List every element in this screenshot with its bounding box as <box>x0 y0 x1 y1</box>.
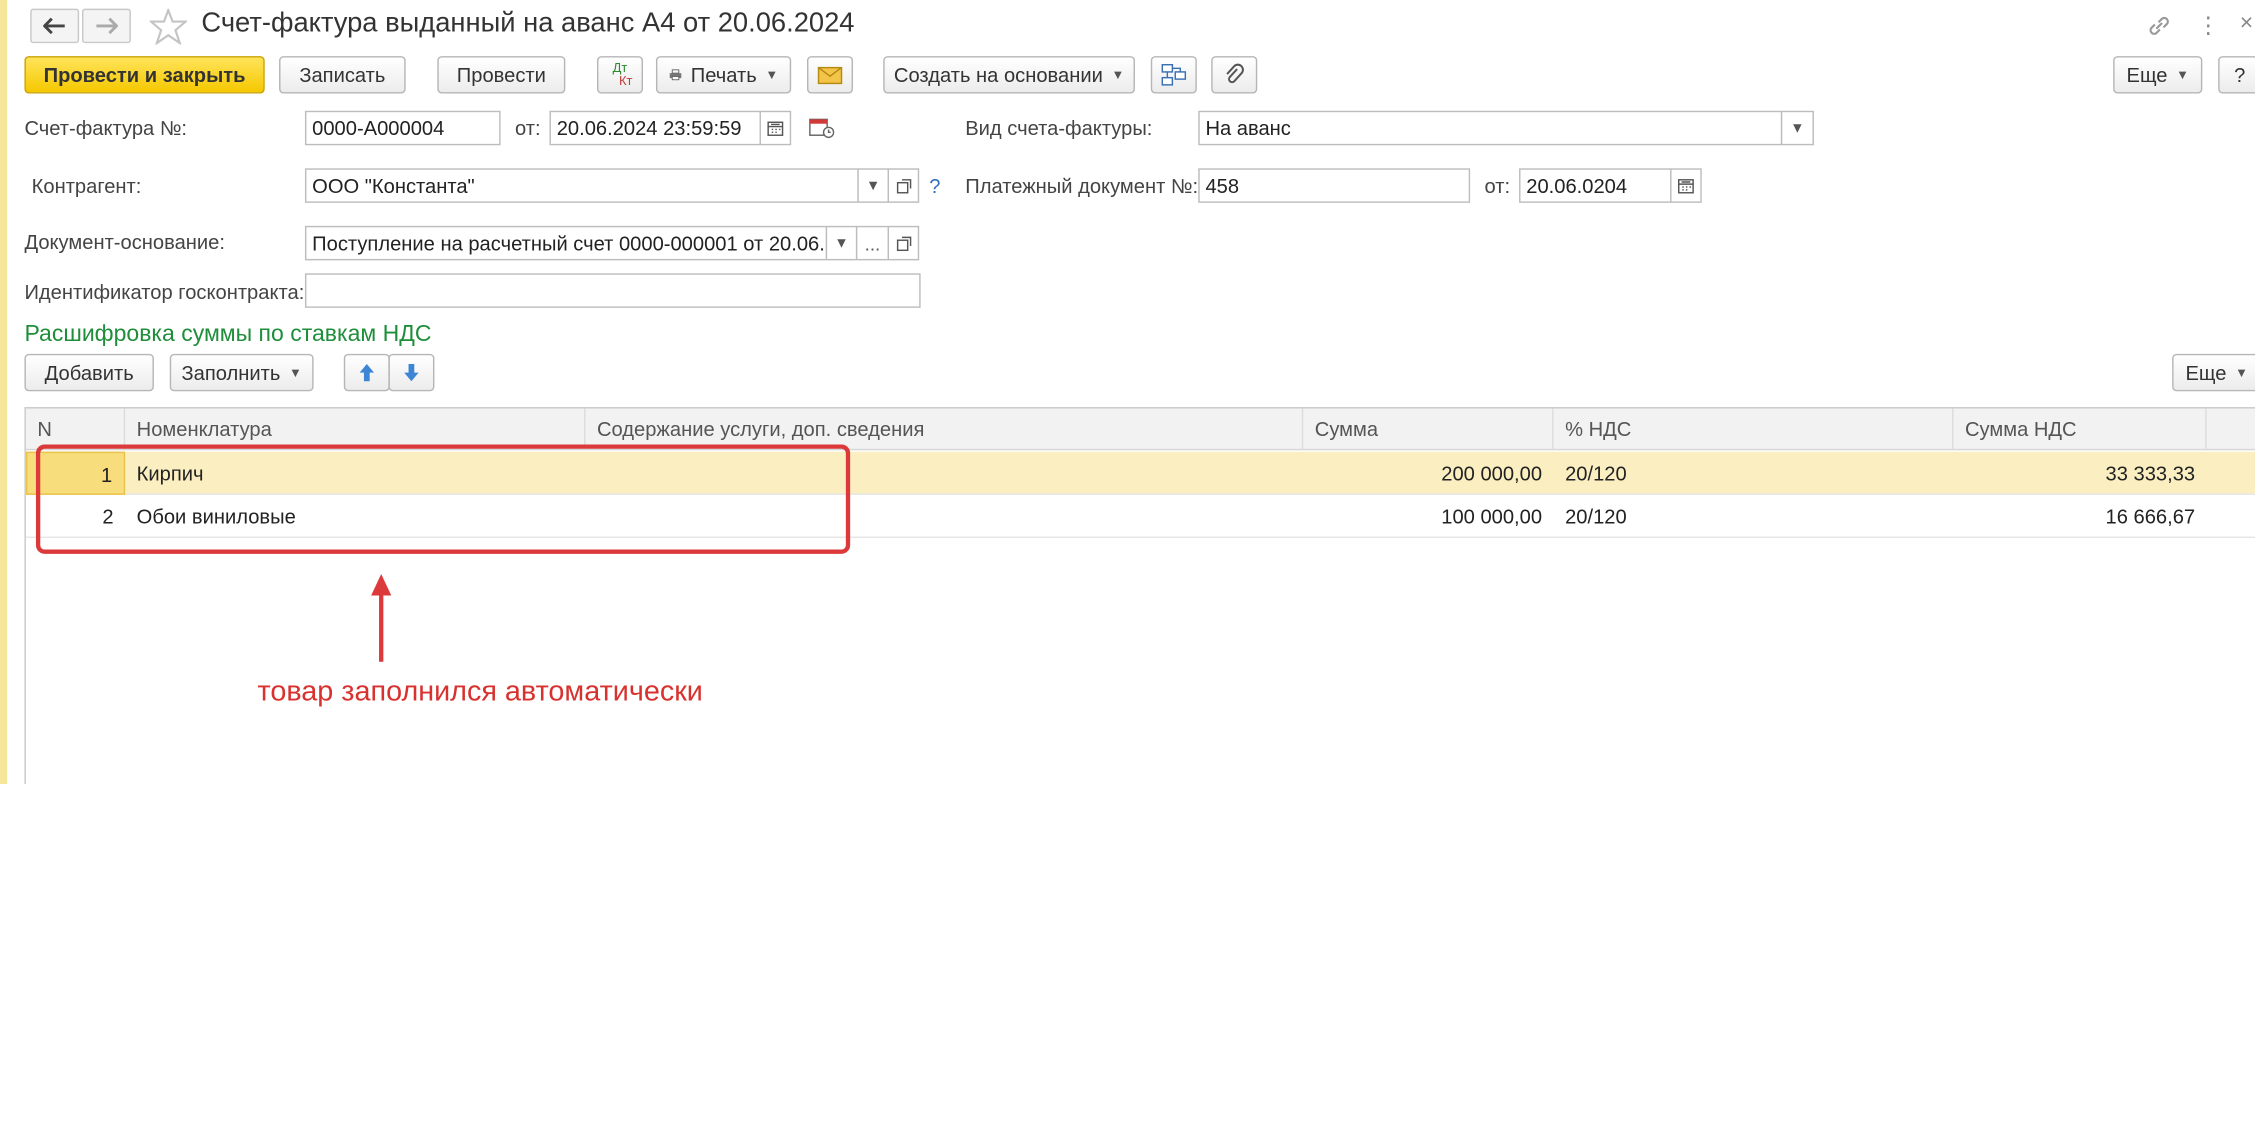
invoice-type-label: Вид счета-фактуры: <box>965 116 1153 140</box>
email-button[interactable] <box>806 56 854 94</box>
row-sum[interactable]: 200 000,00 <box>1303 452 1553 495</box>
paperclip-icon <box>1226 63 1244 84</box>
counterparty-label: Контрагент: <box>31 174 142 198</box>
row-sum[interactable]: 100 000,00 <box>1303 495 1553 538</box>
open-window-icon <box>896 178 911 193</box>
row-vat-sum[interactable]: 33 333,33 <box>1953 452 2206 495</box>
calendar-icon <box>767 121 784 136</box>
back-button[interactable] <box>30 8 80 44</box>
post-and-close-button[interactable]: Провести и закрыть <box>24 56 265 94</box>
payment-date-label: от: <box>1484 174 1511 198</box>
invoice-number-field[interactable]: 0000-А000004 <box>304 110 501 146</box>
annotation-highlight-box <box>35 444 851 554</box>
annotation-arrow-icon <box>368 573 394 672</box>
payment-date-field[interactable]: 20.06.0204 <box>1519 168 1672 203</box>
row-vat-sum[interactable]: 16 666,67 <box>1953 495 2206 538</box>
link-button[interactable] <box>2146 13 2172 46</box>
chevron-down-icon: ▼ <box>765 67 779 82</box>
open-window-icon <box>896 235 911 251</box>
create-based-on-label: Создать на основании <box>893 63 1103 87</box>
link-icon <box>2149 16 2169 35</box>
move-down-button[interactable] <box>388 353 435 392</box>
print-label: Печать <box>690 63 757 87</box>
envelope-icon <box>817 66 843 84</box>
print-button[interactable]: Печать ▼ <box>655 56 792 94</box>
counterparty-dropdown[interactable]: ▼ <box>857 168 889 203</box>
chevron-down-icon: ▼ <box>866 177 881 194</box>
window-close-button[interactable]: × <box>2240 12 2253 38</box>
printer-icon <box>669 69 682 81</box>
structure-icon <box>1161 64 1187 86</box>
table-more-button[interactable]: Еще ▼ <box>2172 353 2255 392</box>
more-button[interactable]: Еще ▼ <box>2113 56 2203 94</box>
basis-document-open-button[interactable] <box>887 225 920 261</box>
row-vat-rate[interactable]: 20/120 <box>1554 495 1954 538</box>
section-title: Расшифровка суммы по ставкам НДС <box>24 322 432 347</box>
calendar-clock-icon <box>809 118 835 139</box>
time-calendar-button[interactable] <box>808 115 835 147</box>
arrow-up-icon <box>359 363 375 382</box>
basis-document-field[interactable]: Поступление на расчетный счет 0000-00000… <box>304 225 828 261</box>
column-header-sum[interactable]: Сумма <box>1303 408 1554 451</box>
dt-kt-button[interactable]: Дт Кт <box>596 56 644 94</box>
counterparty-help-icon[interactable]: ? <box>929 174 940 197</box>
attachments-button[interactable] <box>1211 56 1258 94</box>
chevron-down-icon: ▼ <box>289 365 302 380</box>
invoice-date-calendar-button[interactable] <box>759 110 792 146</box>
invoice-type-field[interactable]: На аванс <box>1198 110 1783 146</box>
gos-contract-field[interactable] <box>304 273 921 308</box>
arrow-left-icon <box>43 17 65 35</box>
chevron-down-icon: ▼ <box>834 235 849 252</box>
basis-document-select-button[interactable]: ... <box>855 225 889 261</box>
chevron-down-icon: ▼ <box>1111 67 1125 82</box>
post-button[interactable]: Провести <box>437 56 566 94</box>
dt-kt-icon-kt: Кт <box>619 73 633 88</box>
payment-date-calendar-button[interactable] <box>1670 168 1702 203</box>
star-icon <box>148 6 189 46</box>
window-menu-button[interactable]: ⋮ <box>2197 12 2220 41</box>
forward-button[interactable] <box>81 8 131 44</box>
arrow-right-icon <box>96 17 118 35</box>
help-button[interactable]: ? <box>2218 56 2255 94</box>
counterparty-open-button[interactable] <box>887 168 920 203</box>
basis-document-label: Документ-основание: <box>24 230 225 254</box>
gos-contract-label: Идентификатор госконтракта: <box>24 280 305 304</box>
more-label: Еще <box>2126 63 2168 87</box>
structure-button[interactable] <box>1150 56 1197 94</box>
basis-document-dropdown[interactable]: ▼ <box>825 225 858 261</box>
move-up-button[interactable] <box>343 353 390 392</box>
fill-button[interactable]: Заполнить ▼ <box>169 353 314 392</box>
chevron-down-icon: ▼ <box>1790 120 1805 136</box>
counterparty-field[interactable]: ООО "Константа" <box>304 168 859 203</box>
invoice-number-label: Счет-фактура №: <box>24 116 188 140</box>
arrow-down-icon <box>404 363 419 382</box>
fill-label: Заполнить <box>181 361 281 385</box>
left-accent-stripe <box>0 0 8 784</box>
table-more-label: Еще <box>2185 361 2227 385</box>
annotation-text: товар заполнился автоматически <box>257 676 703 708</box>
column-header-vat-rate[interactable]: % НДС <box>1554 408 1954 451</box>
invoice-date-label: от: <box>514 116 541 140</box>
save-button[interactable]: Записать <box>279 56 406 94</box>
payment-document-label: Платежный документ №: <box>965 174 1199 198</box>
calendar-icon <box>1678 179 1694 194</box>
create-based-on-button[interactable]: Создать на основании ▼ <box>883 56 1135 94</box>
chevron-down-icon: ▼ <box>2176 67 2189 82</box>
window-title: Счет-фактура выданный на аванс А4 от 20.… <box>201 8 855 39</box>
chevron-down-icon: ▼ <box>2235 365 2248 380</box>
payment-document-field[interactable]: 458 <box>1198 168 1471 203</box>
column-header-vat-sum[interactable]: Сумма НДС <box>1953 408 2207 451</box>
row-vat-rate[interactable]: 20/120 <box>1554 452 1954 495</box>
add-row-button[interactable]: Добавить <box>24 353 154 392</box>
invoice-date-field[interactable]: 20.06.2024 23:59:59 <box>549 110 761 146</box>
favorite-star-button[interactable] <box>148 6 189 52</box>
invoice-type-dropdown[interactable]: ▼ <box>1780 110 1814 146</box>
